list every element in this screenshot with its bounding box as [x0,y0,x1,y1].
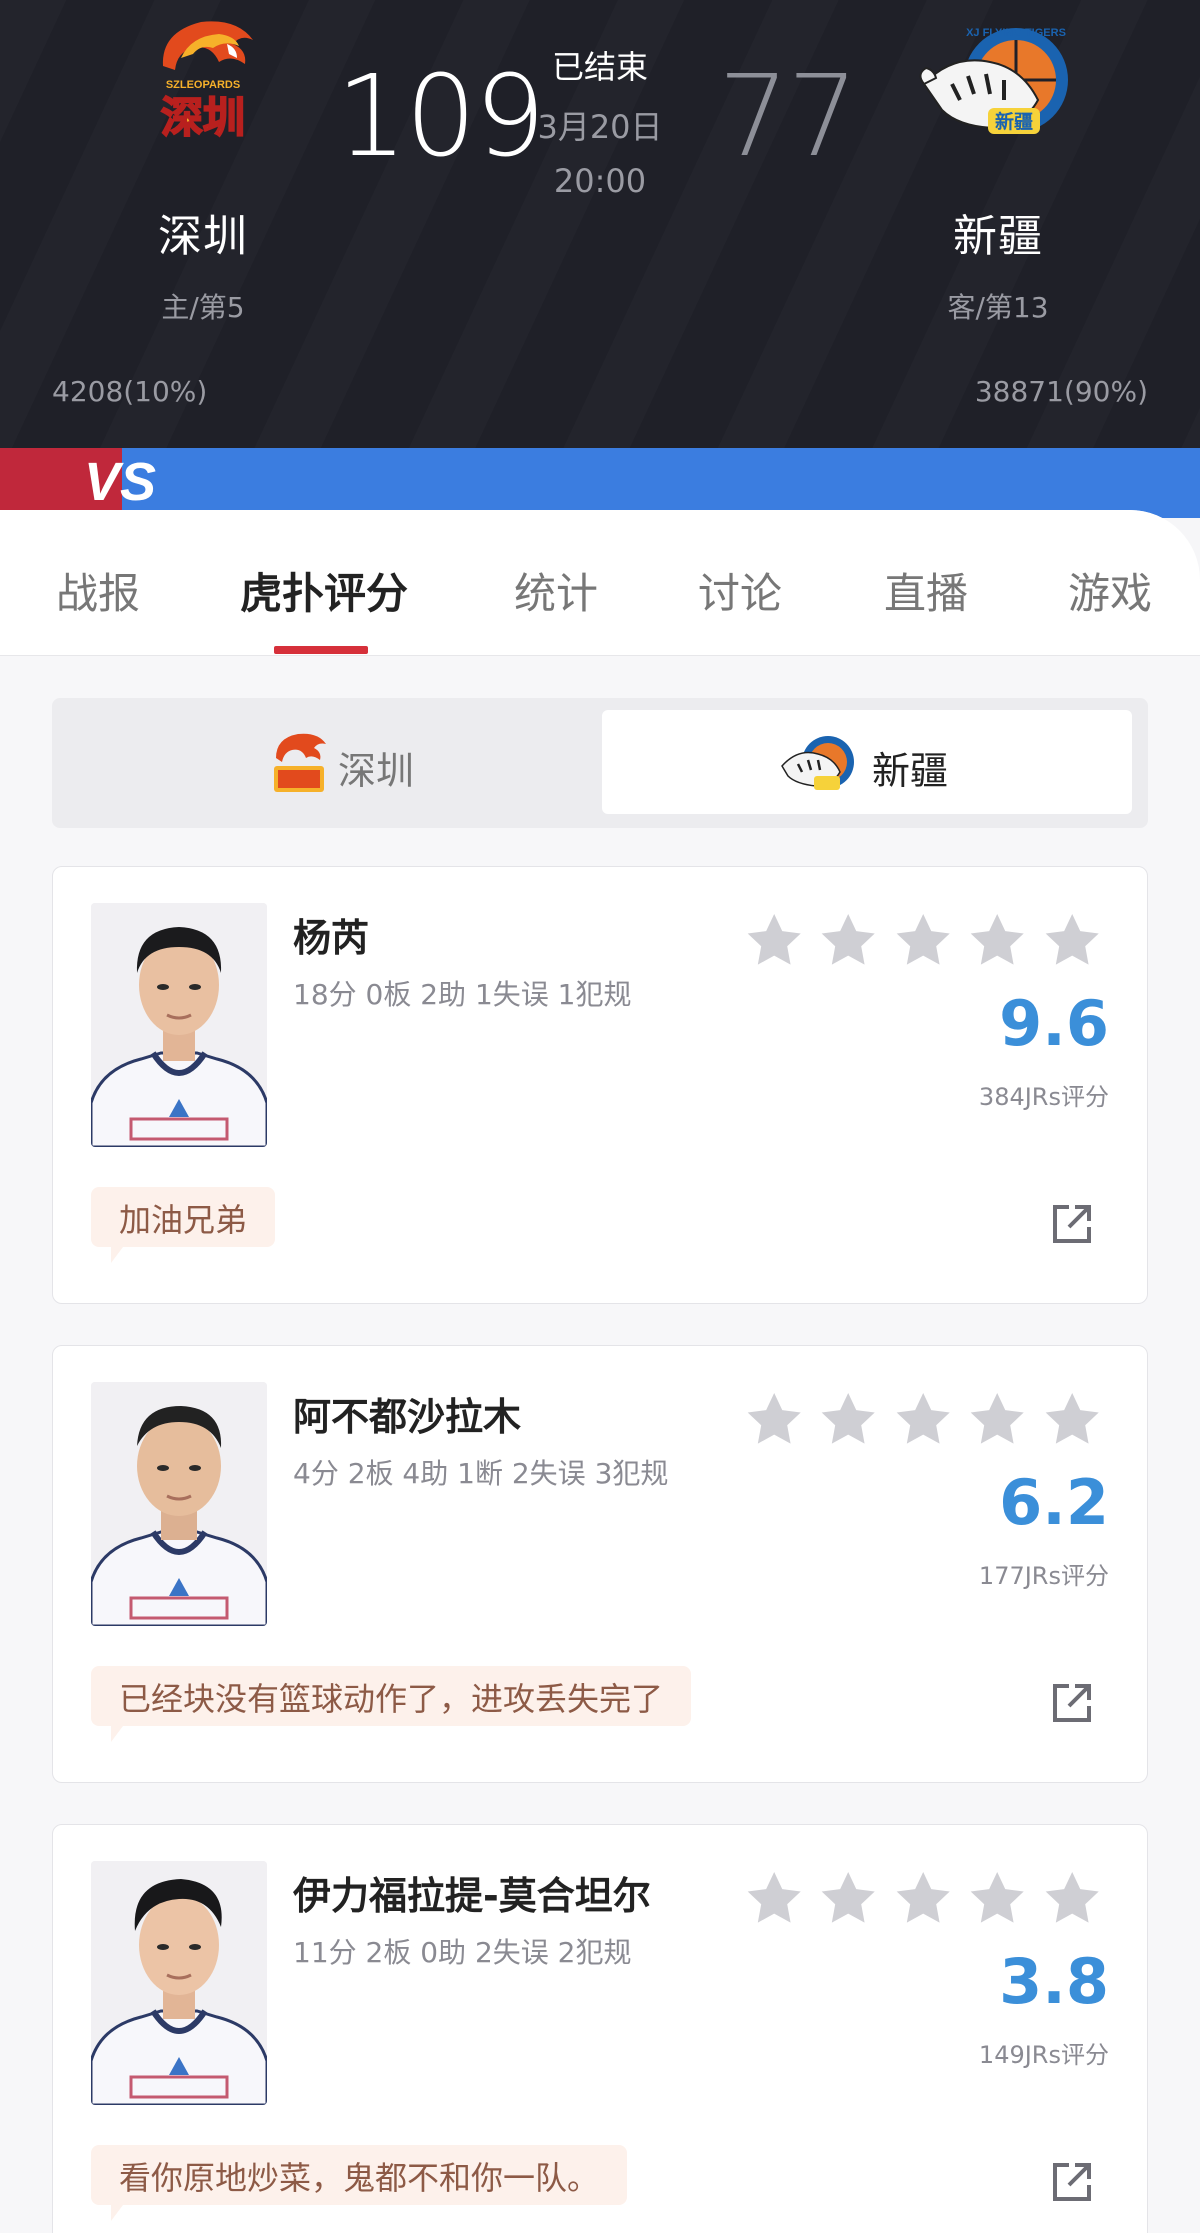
share-icon[interactable] [1049,1680,1095,1726]
player-stats: 18分 0板 2助 1失误 1犯规 [293,978,632,1011]
xinjiang-flying-tigers-logo: XJ FLYING TIGERS 新疆 [919,27,1068,134]
home-team-name: 深圳 [158,211,248,262]
player-photo [91,1861,267,2105]
player-rating: 6.2 [999,1466,1109,1539]
home-team-rank: 主/第5 [161,291,245,324]
logo-text-main: 深圳 [161,93,245,142]
xinjiang-logo-icon [781,736,854,790]
rating-stars [743,1867,1103,1931]
rating-count: 384JRs评分 [978,1083,1109,1111]
logo-text-main: 新疆 [995,110,1033,133]
tab-bar: 战报 虎扑评分 统计 讨论 直播 游戏 [0,510,1200,656]
vs-label: VS [84,452,156,512]
match-header: SZLEOPARDS 深圳 深圳 主/第5 109 已结束 3月20日 20:0… [0,0,1200,450]
tab-live[interactable]: 直播 [884,560,968,621]
player-stats: 11分 2板 0助 2失误 2犯规 [293,1936,632,1969]
logo-text-top: SZLEOPARDS [166,79,240,91]
match-status-block: 已结束 3月20日 20:00 [530,42,670,200]
away-team-name: 新疆 [953,211,1043,262]
rating-stars [743,909,1103,973]
star-icon[interactable] [817,909,879,972]
star-icon[interactable] [966,1388,1028,1451]
support-bar-away [122,448,1200,518]
team-switch-home[interactable]: 深圳 [64,710,594,814]
shenzhen-logo-icon [274,733,326,792]
team-switch: 深圳 新疆 [52,698,1148,828]
logo-ring-text: XJ FLYING TIGERS [966,27,1066,39]
shenzhen-leopards-logo: SZLEOPARDS 深圳 [160,21,253,143]
share-icon[interactable] [1049,2159,1095,2205]
home-score: 109 [336,52,546,182]
tab-stats[interactable]: 统计 [514,560,598,621]
tab-discussion[interactable]: 讨论 [698,560,782,621]
tab-games[interactable]: 游戏 [1068,560,1152,621]
star-icon[interactable] [743,1388,805,1451]
star-icon[interactable] [1041,1867,1103,1930]
top-comment[interactable]: 已经块没有篮球动作了，进攻丢失完了 [91,1666,692,1742]
player-photo [91,1382,267,1626]
star-icon[interactable] [817,1867,879,1930]
top-comment[interactable]: 加油兄弟 [91,1187,276,1263]
tab-hupu-rating[interactable]: 虎扑评分 [240,560,408,621]
match-date: 3月20日 [537,108,663,146]
top-comment[interactable]: 看你原地炒菜，鬼都不和你一队。 [91,2145,628,2221]
player-card[interactable]: 阿不都沙拉木 4分 2板 4助 1断 2失误 3犯规 6.2 177JRs评分 … [52,1345,1148,1783]
player-name: 杨芮 [293,916,370,960]
team-switch-away[interactable]: 新疆 [602,710,1132,814]
vs-badge: VS [84,452,156,512]
star-icon[interactable] [892,909,954,972]
star-icon[interactable] [743,909,805,972]
player-rating: 9.6 [999,987,1109,1060]
team-switch-home-label: 深圳 [338,749,415,793]
active-tab-indicator [274,646,368,654]
rating-count: 177JRs评分 [978,1562,1109,1590]
rating-stars [743,1388,1103,1452]
player-name: 伊力福拉提-莫合坦尔 [293,1874,651,1918]
player-stats: 4分 2板 4助 1断 2失误 3犯规 [293,1457,669,1490]
away-team-rank: 客/第13 [947,291,1049,324]
away-team[interactable]: XJ FLYING TIGERS 新疆 新疆 客/第13 [888,14,1108,326]
main-content: 战报 虎扑评分 统计 讨论 直播 游戏 深圳 新疆 杨芮 18分 0板 2助 1… [0,510,1200,2233]
player-name: 阿不都沙拉木 [293,1395,522,1439]
star-icon[interactable] [966,1867,1028,1930]
player-card[interactable]: 杨芮 18分 0板 2助 1失误 1犯规 9.6 384JRs评分 加油兄弟 [52,866,1148,1304]
match-status: 已结束 [551,48,648,86]
star-icon[interactable] [966,909,1028,972]
star-icon[interactable] [892,1388,954,1451]
star-icon[interactable] [1041,909,1103,972]
support-bar [0,448,1200,518]
share-icon[interactable] [1049,1201,1095,1247]
player-photo [91,903,267,1147]
star-icon[interactable] [743,1867,805,1930]
rating-count: 149JRs评分 [978,2041,1109,2069]
tab-report[interactable]: 战报 [56,560,140,621]
home-support-count: 4208(10%) [52,375,208,408]
away-score: 77 [718,52,859,182]
away-support-count: 38871(90%) [974,375,1148,408]
team-switch-away-label: 新疆 [872,749,949,793]
player-card[interactable]: 伊力福拉提-莫合坦尔 11分 2板 0助 2失误 2犯规 3.8 149JRs评… [52,1824,1148,2233]
home-team[interactable]: SZLEOPARDS 深圳 深圳 主/第5 [93,14,313,326]
star-icon[interactable] [817,1388,879,1451]
player-rating: 3.8 [999,1945,1109,2018]
star-icon[interactable] [892,1867,954,1930]
star-icon[interactable] [1041,1388,1103,1451]
match-time: 20:00 [553,162,647,200]
